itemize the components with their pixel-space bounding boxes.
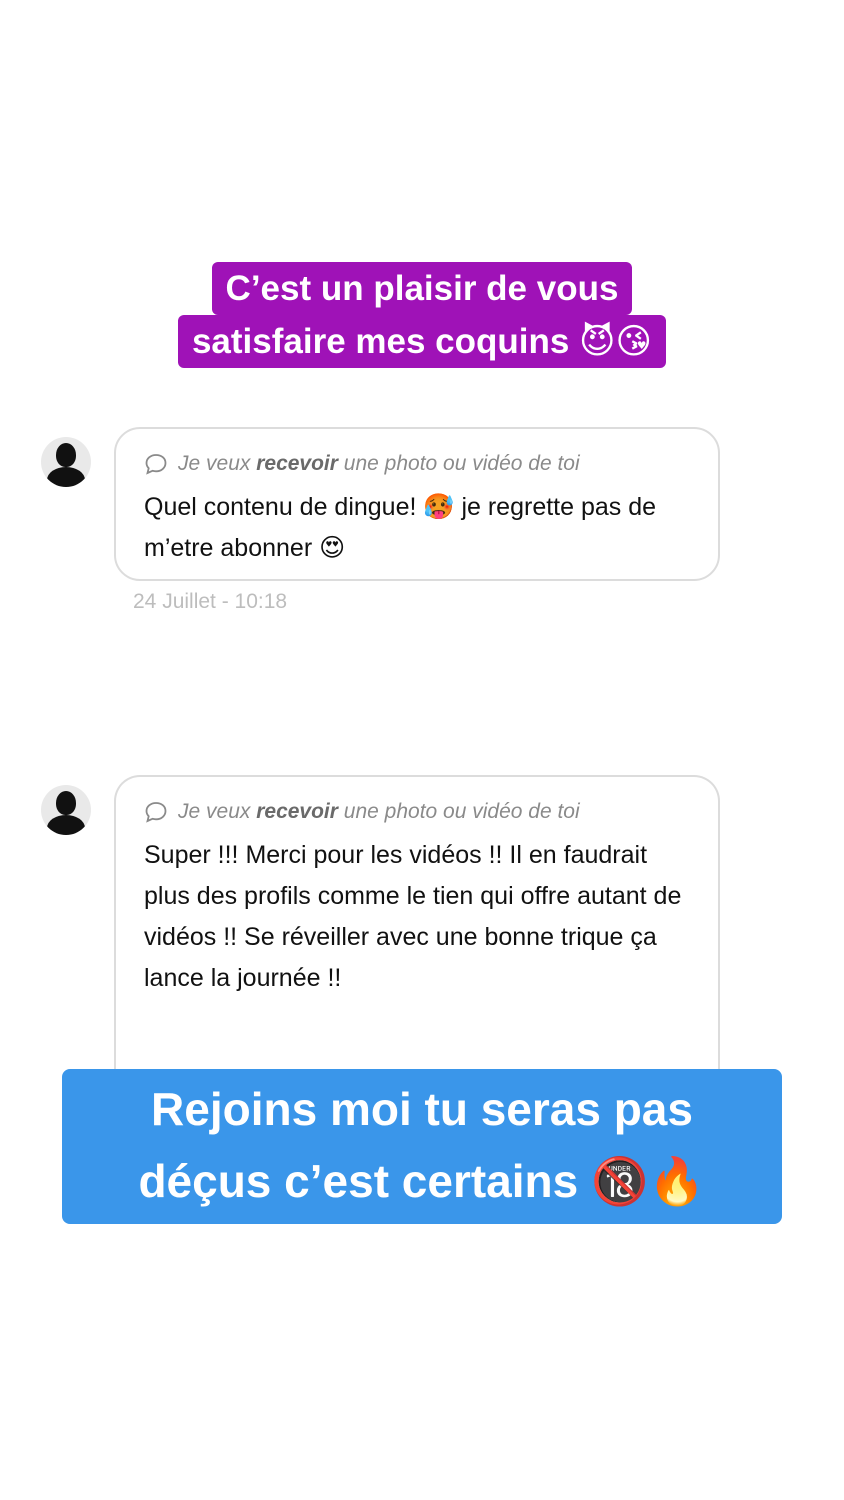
top-caption-line-2: satisfaire mes coquins 😈😘	[177, 315, 667, 368]
message-text: Quel contenu de dingue! 🥵 je regrette pa…	[144, 493, 657, 562]
avatar	[41, 437, 91, 487]
top-caption-line-1: C’est un plaisir de vous	[211, 262, 633, 315]
bottom-caption-line-2: déçus c’est certains 🔞🔥	[138, 1155, 706, 1207]
avatar	[41, 785, 91, 835]
request-bold: recevoir	[256, 452, 338, 475]
message-text: Super !!! Merci pour les vidéos !! Il en…	[144, 841, 682, 992]
bottom-caption: Rejoins moi tu seras pas déçus c’est cer…	[62, 1069, 782, 1224]
request-line: Je veux recevoir une photo ou vidéo de t…	[144, 797, 690, 827]
request-prefix: Je veux	[178, 800, 257, 823]
request-bold: recevoir	[256, 800, 338, 823]
chat-bubble-icon	[145, 454, 167, 475]
request-prefix: Je veux	[178, 452, 257, 475]
message-card: Je veux recevoir une photo ou vidéo de t…	[114, 775, 720, 1085]
chat-bubble-icon	[145, 802, 167, 823]
message-card: Je veux recevoir une photo ou vidéo de t…	[114, 427, 720, 581]
request-suffix: une photo ou vidéo de toi	[337, 452, 580, 475]
bottom-caption-line-1: Rejoins moi tu seras pas	[151, 1083, 693, 1135]
message-timestamp: 24 Juillet - 10:18	[133, 590, 288, 613]
request-suffix: une photo ou vidéo de toi	[337, 800, 580, 823]
request-line: Je veux recevoir une photo ou vidéo de t…	[144, 449, 690, 479]
top-caption: C’est un plaisir de vous satisfaire mes …	[0, 262, 844, 368]
